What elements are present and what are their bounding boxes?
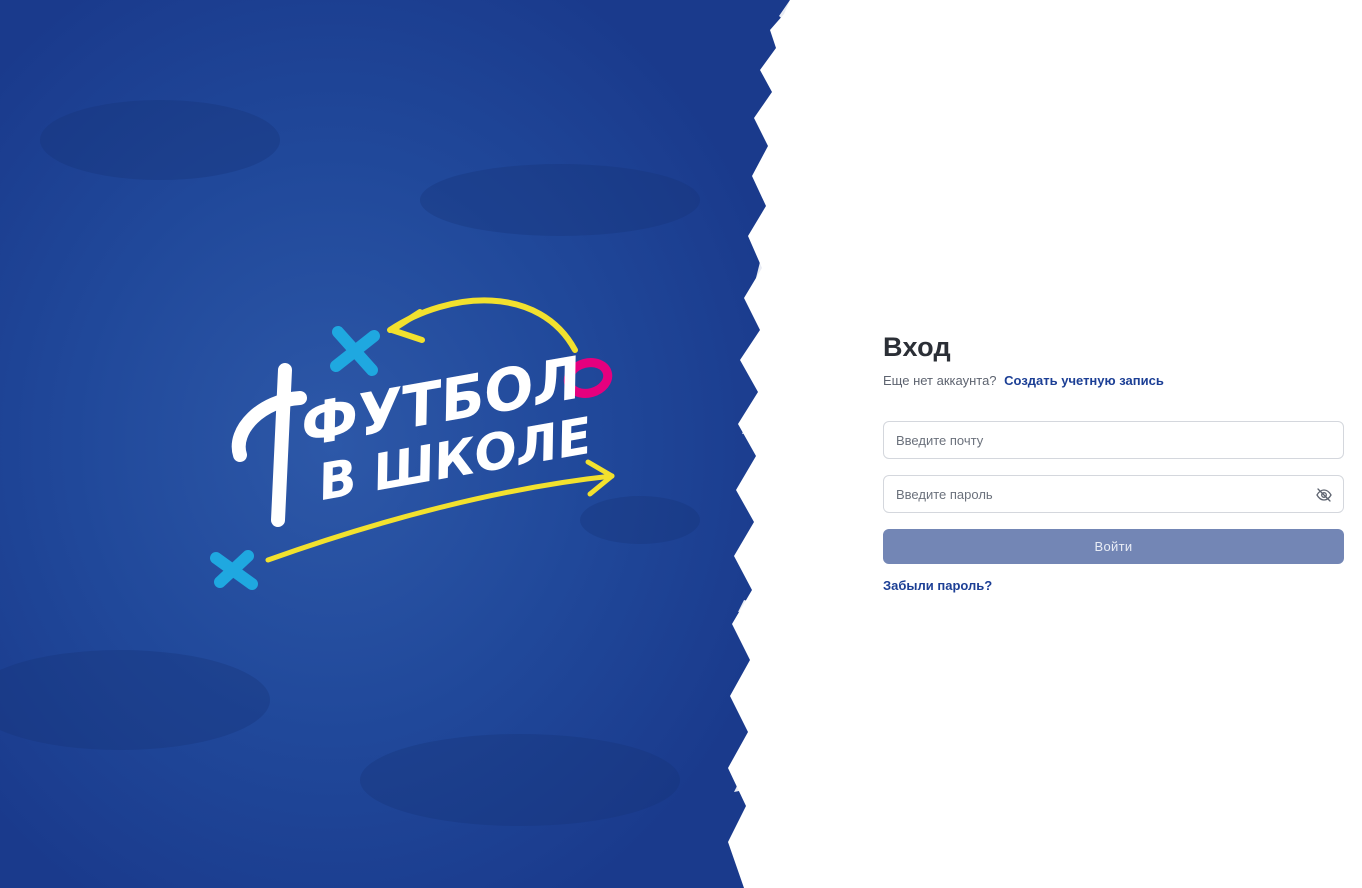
cyan-cross-icon: [330, 326, 380, 376]
create-account-link[interactable]: Создать учетную запись: [1004, 373, 1164, 388]
logo-swoosh: [231, 363, 307, 527]
login-page: ФУТБОЛ В ШКОЛЕ Вход Еще нет аккаунта? Со…: [0, 0, 1362, 888]
password-field[interactable]: [884, 476, 1343, 512]
signup-prompt: Еще нет аккаунта? Создать учетную запись: [883, 372, 1344, 390]
email-field-container: [883, 421, 1344, 459]
password-field-container: [883, 475, 1344, 513]
yellow-arrow-top-head: [389, 309, 425, 343]
login-button[interactable]: Войти: [883, 529, 1344, 564]
email-field[interactable]: [884, 422, 1343, 458]
no-account-text: Еще нет аккаунта?: [883, 373, 997, 388]
hero-panel: ФУТБОЛ В ШКОЛЕ: [0, 0, 830, 888]
eye-off-icon[interactable]: [1315, 486, 1333, 504]
login-form: Вход Еще нет аккаунта? Создать учетную з…: [883, 330, 1344, 595]
logo: ФУТБОЛ В ШКОЛЕ: [210, 297, 615, 590]
page-title: Вход: [883, 332, 951, 362]
yellow-arrow-top: [387, 297, 578, 353]
forgot-password-link[interactable]: Забыли пароль?: [883, 578, 992, 593]
cyan-cross-bottom-icon: [210, 550, 258, 590]
